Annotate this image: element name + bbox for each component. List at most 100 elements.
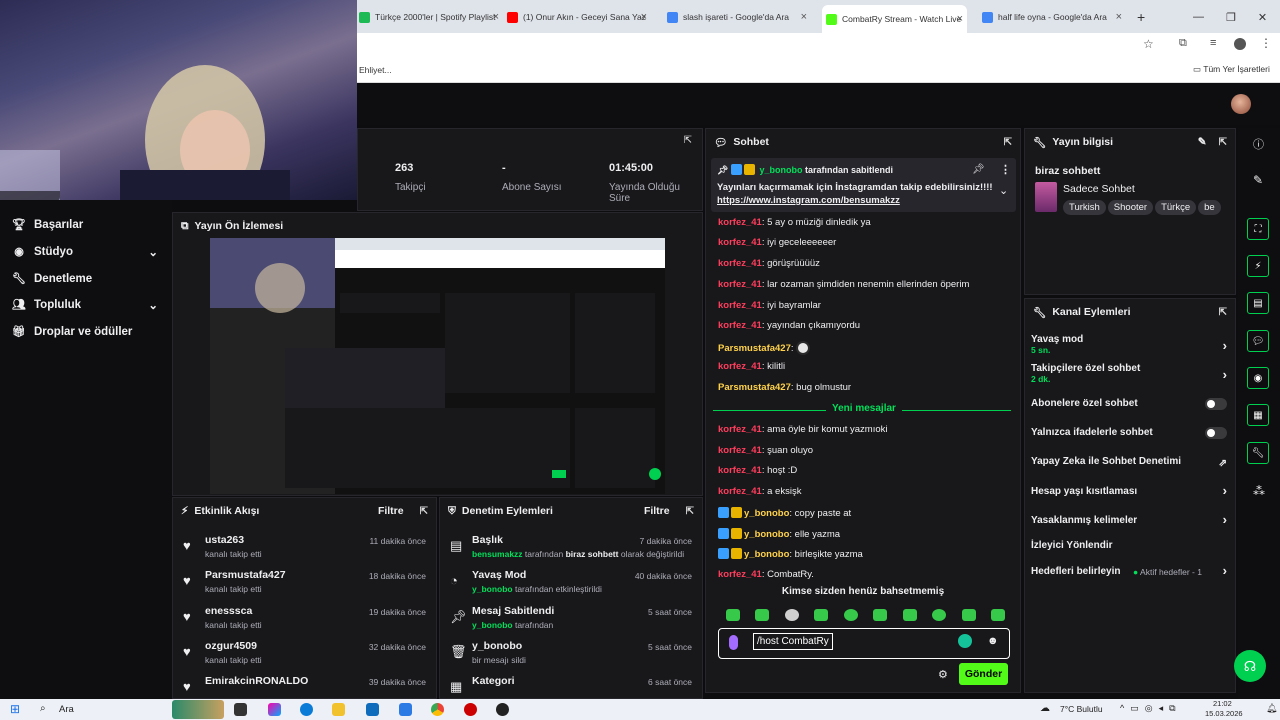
clock-time[interactable]: 21:02 [1213, 699, 1232, 708]
chat-username[interactable]: y_bonobo [744, 549, 789, 560]
star-icon[interactable]: ☆ [1143, 37, 1154, 51]
category-name[interactable]: Sadece Sohbet [1063, 183, 1135, 195]
rail-button-fullscreen[interactable]: ⛶ [1247, 218, 1269, 240]
grammarly-icon[interactable] [958, 634, 972, 648]
emote-icon[interactable] [725, 609, 740, 621]
chat-username[interactable]: korfez_41 [718, 486, 762, 497]
unpin-icon[interactable]: 📌︎ [972, 164, 985, 175]
filter-button[interactable]: Filtre [644, 505, 670, 517]
activity-user[interactable]: Parsmustafa427 [205, 569, 286, 581]
chevron-down-icon[interactable]: ⌄ [999, 184, 1008, 197]
action-banned-words[interactable]: Yasaklanmış kelimeler › [1031, 512, 1227, 527]
chat-username[interactable]: korfez_41 [718, 361, 762, 372]
popout-icon[interactable]: ⇱ [1219, 137, 1227, 148]
chat-username[interactable]: Parsmustafa427 [718, 382, 791, 393]
minimize-icon[interactable]: — [1193, 11, 1204, 23]
all-bookmarks[interactable]: ▭ Tüm Yer İşaretleri [1193, 64, 1270, 75]
media-icon[interactable]: ≡ [1210, 37, 1216, 49]
info-icon[interactable]: ⓘ [1253, 136, 1264, 152]
stream-preview-video[interactable] [210, 238, 665, 494]
sidebar-item-basarilar[interactable]: 🏆︎ Başarılar [12, 218, 158, 232]
action-ai-moderation[interactable]: Yapay Zeka ile Sohbet Denetimi ⇗ [1031, 456, 1227, 469]
popout-icon[interactable]: ⇱ [1004, 137, 1012, 148]
chat-username[interactable]: korfez_41 [718, 237, 762, 248]
taskbar-search[interactable]: Ara [59, 704, 74, 715]
close-tab-icon[interactable]: × [1116, 11, 1122, 23]
chat-settings-icon[interactable]: ⚙ [938, 668, 948, 681]
activity-user[interactable]: enesssca [205, 605, 252, 617]
clock-date[interactable]: 15.03.2026 [1205, 709, 1243, 718]
chat-input[interactable]: /host CombatRy ☻ [718, 628, 1010, 659]
activity-user[interactable]: EmirakcinRONALDO [205, 675, 308, 687]
close-tab-icon[interactable]: × [493, 11, 499, 23]
rail-button-tools[interactable]: 🔧︎ [1247, 442, 1269, 464]
action-subscribers-only[interactable]: Abonelere özel sohbet [1031, 398, 1227, 410]
maximize-icon[interactable]: ❐ [1226, 11, 1236, 24]
widget-thumbnail[interactable] [172, 700, 224, 719]
rail-button-chat[interactable]: 💬︎ [1247, 330, 1269, 352]
more-icon[interactable]: ⋮ [1000, 163, 1011, 176]
emote-only-toggle[interactable] [1205, 427, 1227, 439]
address-bar[interactable]: ☆ ⧉ ≡ ⋮ [357, 33, 1280, 56]
popout-icon[interactable]: ⇱ [684, 135, 692, 146]
copilot-icon[interactable] [268, 703, 281, 716]
close-tab-icon[interactable]: × [801, 11, 807, 23]
support-button[interactable]: ☊ [1234, 650, 1266, 682]
weather-text[interactable]: 7°C Bulutlu [1060, 704, 1103, 714]
app-icon[interactable] [496, 703, 509, 716]
tag[interactable]: be [1198, 200, 1221, 215]
chat-username[interactable]: korfez_41 [718, 445, 762, 456]
profile-icon[interactable] [1234, 38, 1246, 50]
chat-username[interactable]: korfez_41 [718, 465, 762, 476]
tag[interactable]: Turkish [1063, 200, 1106, 215]
bookmark-item[interactable]: Ehliyet... [359, 65, 392, 75]
user-avatar[interactable] [1231, 94, 1251, 114]
edge-icon[interactable] [300, 703, 313, 716]
popout-icon[interactable]: ⇱ [1219, 307, 1227, 318]
chat-username[interactable]: y_bonobo [744, 529, 789, 540]
tag[interactable]: Shooter [1107, 200, 1154, 215]
close-window-icon[interactable]: ✕ [1258, 11, 1267, 24]
sidebar-item-denetleme[interactable]: 🔧︎ Denetleme [12, 272, 158, 286]
send-button[interactable]: Gönder [959, 663, 1008, 685]
emote-icon[interactable] [814, 609, 829, 621]
sidebar-item-studyo[interactable]: ◉ Stüdyo ⌄ [12, 245, 158, 259]
new-tab-button[interactable]: + [1137, 7, 1145, 27]
rail-button-layout[interactable]: ▦ [1247, 404, 1269, 426]
action-goals[interactable]: Hedefleri belirleyin ● Aktif hedefler - … [1031, 563, 1227, 578]
rail-button-bolt[interactable]: ⚡︎ [1247, 255, 1269, 277]
browser-tab[interactable]: (1) Onur Akın - Geceyi Sana Yaz × [507, 7, 647, 27]
emote-icon[interactable] [932, 609, 947, 621]
browser-tab-active[interactable]: CombatRy Stream - Watch Live × [822, 5, 967, 33]
chat-username[interactable]: korfez_41 [718, 300, 762, 311]
sidebar-item-droplar[interactable]: 🎁︎ Droplar ve ödüller [12, 325, 158, 339]
emote-icon[interactable] [784, 609, 799, 621]
popout-icon[interactable]: ⇱ [686, 506, 694, 517]
menu-icon[interactable]: ⋮ [1260, 36, 1272, 50]
chat-username[interactable]: korfez_41 [718, 258, 762, 269]
edit-icon[interactable]: ✎ [1198, 136, 1207, 148]
taskview-icon[interactable] [234, 703, 247, 716]
action-slow-mode[interactable]: Yavaş mod 5 sn. › [1031, 334, 1227, 355]
chat-username[interactable]: y_bonobo [744, 508, 789, 519]
filter-button[interactable]: Filtre [378, 505, 404, 517]
browser-tab[interactable]: slash işareti - Google'da Ara × [667, 7, 807, 27]
browser-tab[interactable]: half life oyna - Google'da Ara × [982, 7, 1122, 27]
browser-tab[interactable]: Türkçe 2000'ler | Spotify Playlist × [359, 7, 499, 27]
chrome-icon[interactable] [431, 703, 444, 716]
emote-icon[interactable] [961, 609, 976, 621]
pencil-icon[interactable]: ✎ [1253, 173, 1263, 187]
extensions-icon[interactable]: ⧉ [1179, 37, 1187, 50]
action-account-age[interactable]: Hesap yaşı kısıtlaması › [1031, 483, 1227, 498]
rail-button-notes[interactable]: ▤ [1247, 292, 1269, 314]
action-emote-only[interactable]: Yalnızca ifadelerle sohbet [1031, 427, 1227, 439]
chat-username[interactable]: korfez_41 [718, 569, 762, 580]
chat-input-text[interactable]: /host CombatRy [753, 633, 833, 650]
windows-start-icon[interactable]: ⊞ [10, 702, 20, 716]
explorer-icon[interactable] [332, 703, 345, 716]
outlook-icon[interactable] [366, 703, 379, 716]
tray-icons[interactable]: ^▭◎◂⧉ [1120, 703, 1182, 714]
action-followers-only[interactable]: Takipçilere özel sohbet 2 dk. › [1031, 363, 1227, 384]
obs-icon[interactable] [464, 703, 477, 716]
popout-icon[interactable]: ⇱ [420, 506, 428, 517]
